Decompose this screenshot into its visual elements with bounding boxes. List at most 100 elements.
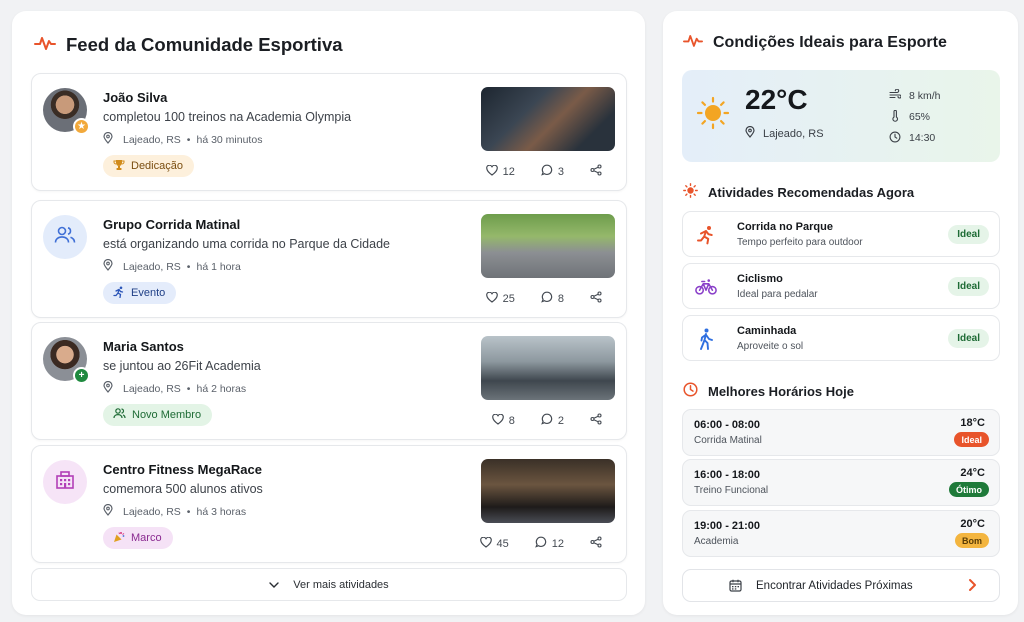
time-slot[interactable]: 16:00 - 18:00 Treino Funcional 24°C Ótim… bbox=[682, 459, 1000, 506]
avatar[interactable] bbox=[43, 215, 87, 259]
activity-pulse-icon bbox=[34, 35, 56, 56]
heart-icon bbox=[491, 413, 504, 428]
post-reactions: 12 3 bbox=[485, 164, 602, 179]
load-more-label: Ver mais atividades bbox=[293, 578, 389, 591]
activity-name: Corrida no Parque bbox=[737, 221, 833, 233]
post-tag-label: Novo Membro bbox=[132, 409, 202, 421]
post-location: Lajeado, RS bbox=[123, 260, 181, 273]
time-slot[interactable]: 06:00 - 08:00 Corrida Matinal 18°C Ideal bbox=[682, 409, 1000, 456]
post-time: há 2 horas bbox=[196, 382, 247, 395]
slot-range: 06:00 - 08:00 bbox=[694, 419, 761, 431]
star-icon: ★ bbox=[73, 118, 90, 135]
calendar-icon bbox=[729, 579, 742, 592]
activity-item-ciclismo[interactable]: Ciclismo Ideal para pedalar Ideal bbox=[682, 263, 1000, 309]
like-button[interactable]: 8 bbox=[491, 413, 515, 428]
activity-pulse-icon bbox=[683, 33, 703, 53]
like-count: 12 bbox=[502, 165, 515, 178]
share-button[interactable] bbox=[590, 413, 602, 428]
slot-activity: Treino Funcional bbox=[694, 485, 769, 496]
share-button[interactable] bbox=[590, 536, 602, 551]
heart-icon bbox=[485, 291, 498, 306]
community-feed-panel: Feed da Comunidade Esportiva ★ João Silv… bbox=[12, 11, 645, 615]
best-hours-title: Melhores Horários Hoje bbox=[708, 383, 854, 399]
comment-button[interactable]: 3 bbox=[541, 164, 564, 179]
activity-desc: Ideal para pedalar bbox=[737, 289, 818, 300]
meta-separator: • bbox=[186, 505, 191, 518]
avatar[interactable]: + bbox=[43, 337, 90, 384]
post-image[interactable] bbox=[481, 336, 615, 400]
post-tag-label: Marco bbox=[131, 532, 162, 544]
comment-count: 8 bbox=[557, 292, 564, 305]
like-count: 25 bbox=[502, 292, 515, 305]
post-reactions: 8 2 bbox=[491, 413, 602, 428]
post-action: se juntou ao 26Fit Academia bbox=[103, 359, 261, 373]
share-button[interactable] bbox=[590, 164, 602, 179]
post-tag: Marco bbox=[103, 527, 173, 549]
post-author[interactable]: Maria Santos bbox=[103, 339, 184, 354]
activity-name: Ciclismo bbox=[737, 273, 783, 285]
feed-header: Feed da Comunidade Esportiva bbox=[34, 34, 343, 56]
status-badge: Ideal bbox=[954, 432, 989, 447]
comment-icon bbox=[534, 536, 547, 551]
post-author[interactable]: Centro Fitness MegaRace bbox=[103, 462, 262, 477]
users-icon bbox=[113, 408, 126, 422]
post-meta: Lajeado, RS • há 3 horas bbox=[103, 503, 246, 519]
feed-post[interactable]: Centro Fitness MegaRace comemora 500 alu… bbox=[31, 445, 627, 563]
temperature: 22°C bbox=[745, 84, 808, 115]
post-meta: Lajeado, RS • há 1 hora bbox=[103, 258, 241, 274]
wind-stat: 8 km/h bbox=[889, 88, 941, 103]
like-count: 8 bbox=[508, 414, 515, 427]
chevron-right-icon bbox=[968, 578, 977, 592]
post-image[interactable] bbox=[481, 459, 615, 523]
like-button[interactable]: 45 bbox=[479, 536, 509, 551]
like-button[interactable]: 12 bbox=[485, 164, 515, 179]
time-slot[interactable]: 19:00 - 21:00 Academia 20°C Bom bbox=[682, 510, 1000, 557]
chevron-down-icon bbox=[269, 579, 279, 591]
feed-post[interactable]: + Maria Santos se juntou ao 26Fit Academ… bbox=[31, 322, 627, 440]
slot-activity: Corrida Matinal bbox=[694, 435, 762, 446]
post-image[interactable] bbox=[481, 87, 615, 151]
meta-separator: • bbox=[186, 260, 191, 273]
activity-item-caminhada[interactable]: Caminhada Aproveite o sol Ideal bbox=[682, 315, 1000, 361]
load-more-button[interactable]: Ver mais atividades bbox=[31, 568, 627, 601]
post-location: Lajeado, RS bbox=[123, 382, 181, 395]
time-value: 14:30 bbox=[909, 132, 936, 144]
share-button[interactable] bbox=[590, 291, 602, 306]
slot-range: 19:00 - 21:00 bbox=[694, 520, 761, 532]
post-image[interactable] bbox=[481, 214, 615, 278]
share-icon bbox=[590, 536, 602, 551]
avatar[interactable]: ★ bbox=[43, 88, 90, 135]
avatar[interactable] bbox=[43, 460, 87, 504]
feed-post[interactable]: Grupo Corrida Matinal está organizando u… bbox=[31, 200, 627, 318]
comment-button[interactable]: 12 bbox=[534, 536, 564, 551]
feed-title: Feed da Comunidade Esportiva bbox=[66, 34, 343, 55]
find-nearby-activities-button[interactable]: Encontrar Atividades Próximas bbox=[682, 569, 1000, 602]
users-group-icon bbox=[54, 226, 76, 249]
status-badge: Ótimo bbox=[949, 482, 989, 497]
like-button[interactable]: 25 bbox=[485, 291, 515, 306]
comment-button[interactable]: 2 bbox=[541, 413, 564, 428]
post-reactions: 45 12 bbox=[479, 536, 603, 551]
post-tag: Dedicação bbox=[103, 155, 194, 177]
find-nearby-label: Encontrar Atividades Próximas bbox=[756, 579, 913, 592]
thermometer-icon bbox=[889, 109, 901, 125]
post-location: Lajeado, RS bbox=[123, 505, 181, 518]
activity-item-corrida[interactable]: Corrida no Parque Tempo perfeito para ou… bbox=[682, 211, 1000, 257]
comment-button[interactable]: 8 bbox=[541, 291, 564, 306]
weather-card: 22°C Lajeado, RS 8 km/h 65% 14:30 bbox=[682, 70, 1000, 162]
post-tag: Evento bbox=[103, 282, 177, 304]
post-action: completou 100 treinos na Academia Olympi… bbox=[103, 110, 352, 124]
comment-count: 2 bbox=[557, 414, 564, 427]
status-badge: Ideal bbox=[948, 329, 989, 348]
post-author[interactable]: João Silva bbox=[103, 90, 167, 105]
time-stat: 14:30 bbox=[889, 131, 941, 145]
sport-conditions-panel: Condições Ideais para Esporte 22°C Lajea… bbox=[663, 11, 1018, 615]
meta-separator: • bbox=[186, 382, 191, 395]
slot-range: 16:00 - 18:00 bbox=[694, 469, 761, 481]
activity-desc: Aproveite o sol bbox=[737, 341, 804, 352]
comment-icon bbox=[541, 291, 553, 306]
feed-post[interactable]: ★ João Silva completou 100 treinos na Ac… bbox=[31, 73, 627, 191]
post-author[interactable]: Grupo Corrida Matinal bbox=[103, 217, 240, 232]
wind-value: 8 km/h bbox=[909, 90, 941, 102]
slot-temperature: 24°C bbox=[960, 467, 985, 479]
